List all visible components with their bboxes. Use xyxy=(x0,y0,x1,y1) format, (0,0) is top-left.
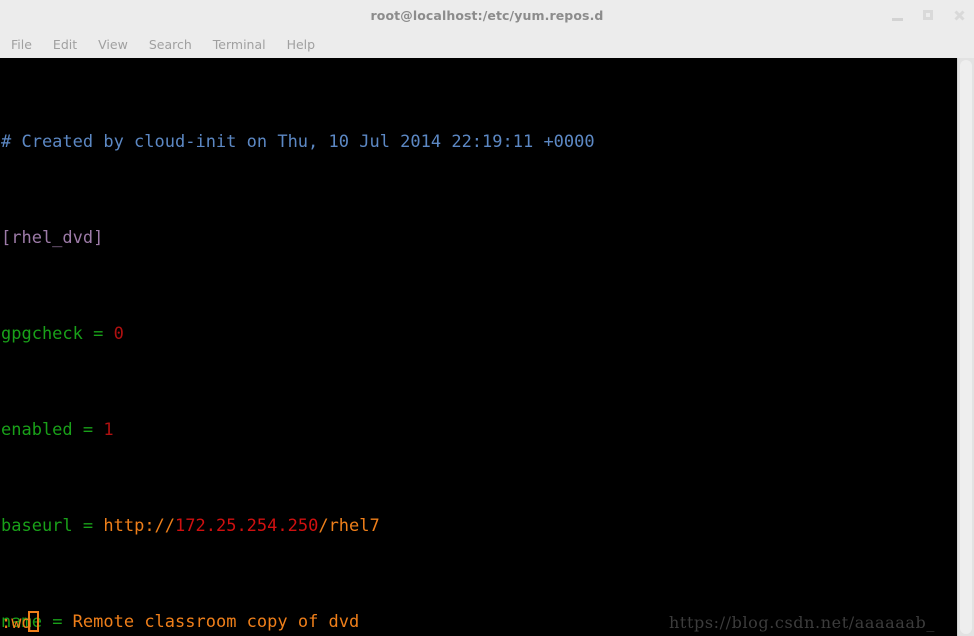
name-value: Remote classroom copy of dvd xyxy=(72,612,360,632)
editor-line-section: [rhel_dvd] xyxy=(0,226,957,250)
baseurl-scheme: http:// xyxy=(103,516,176,536)
watermark-text: https://blog.csdn.net/aaaaaab_ xyxy=(669,613,935,632)
menu-item-file[interactable]: File xyxy=(9,36,34,53)
window-title: root@localhost:/etc/yum.repos.d xyxy=(370,8,604,23)
enabled-key: enabled xyxy=(1,420,73,440)
terminal-area: # Created by cloud-init on Thu, 10 Jul 2… xyxy=(0,58,974,636)
minimize-icon[interactable] xyxy=(889,7,906,24)
editor-line-comment: # Created by cloud-init on Thu, 10 Jul 2… xyxy=(0,130,957,154)
menubar: File Edit View Search Terminal Help xyxy=(0,31,974,58)
enabled-equals: = xyxy=(72,420,104,440)
menu-item-search[interactable]: Search xyxy=(147,36,194,53)
terminal-window: root@localhost:/etc/yum.repos.d File Edi… xyxy=(0,0,974,636)
vim-editor[interactable]: # Created by cloud-init on Thu, 10 Jul 2… xyxy=(0,58,957,636)
gpgcheck-key: gpgcheck xyxy=(1,324,83,344)
vertical-scrollbar[interactable] xyxy=(957,58,974,636)
text-cursor xyxy=(27,611,39,632)
baseurl-ip: 172.25.254.250 xyxy=(175,516,319,536)
maximize-icon[interactable] xyxy=(920,7,937,24)
baseurl-key: baseurl xyxy=(1,516,73,536)
name-equals: = xyxy=(41,612,73,632)
enabled-value: 1 xyxy=(103,420,114,440)
menu-item-terminal[interactable]: Terminal xyxy=(211,36,268,53)
window-controls xyxy=(889,0,968,31)
section-header: [rhel_dvd] xyxy=(1,228,104,248)
menu-item-view[interactable]: View xyxy=(96,36,130,53)
comment-text: # Created by cloud-init on Thu, 10 Jul 2… xyxy=(1,132,595,152)
menu-item-edit[interactable]: Edit xyxy=(51,36,79,53)
baseurl-equals: = xyxy=(72,516,104,536)
vim-command-line[interactable]: :wq xyxy=(0,610,39,636)
scrollbar-thumb[interactable] xyxy=(960,60,972,634)
editor-line-gpgcheck: gpgcheck = 0 xyxy=(0,322,957,346)
close-icon[interactable] xyxy=(951,7,968,24)
menu-item-help[interactable]: Help xyxy=(285,36,318,53)
baseurl-path: /rhel7 xyxy=(318,516,380,536)
gpgcheck-equals: = xyxy=(82,324,114,344)
gpgcheck-value: 0 xyxy=(113,324,124,344)
editor-line-enabled: enabled = 1 xyxy=(0,418,957,442)
editor-line-baseurl: baseurl = http://172.25.254.250/rhel7 xyxy=(0,514,957,538)
titlebar[interactable]: root@localhost:/etc/yum.repos.d xyxy=(0,0,974,31)
editor-buffer: # Created by cloud-init on Thu, 10 Jul 2… xyxy=(0,58,957,636)
